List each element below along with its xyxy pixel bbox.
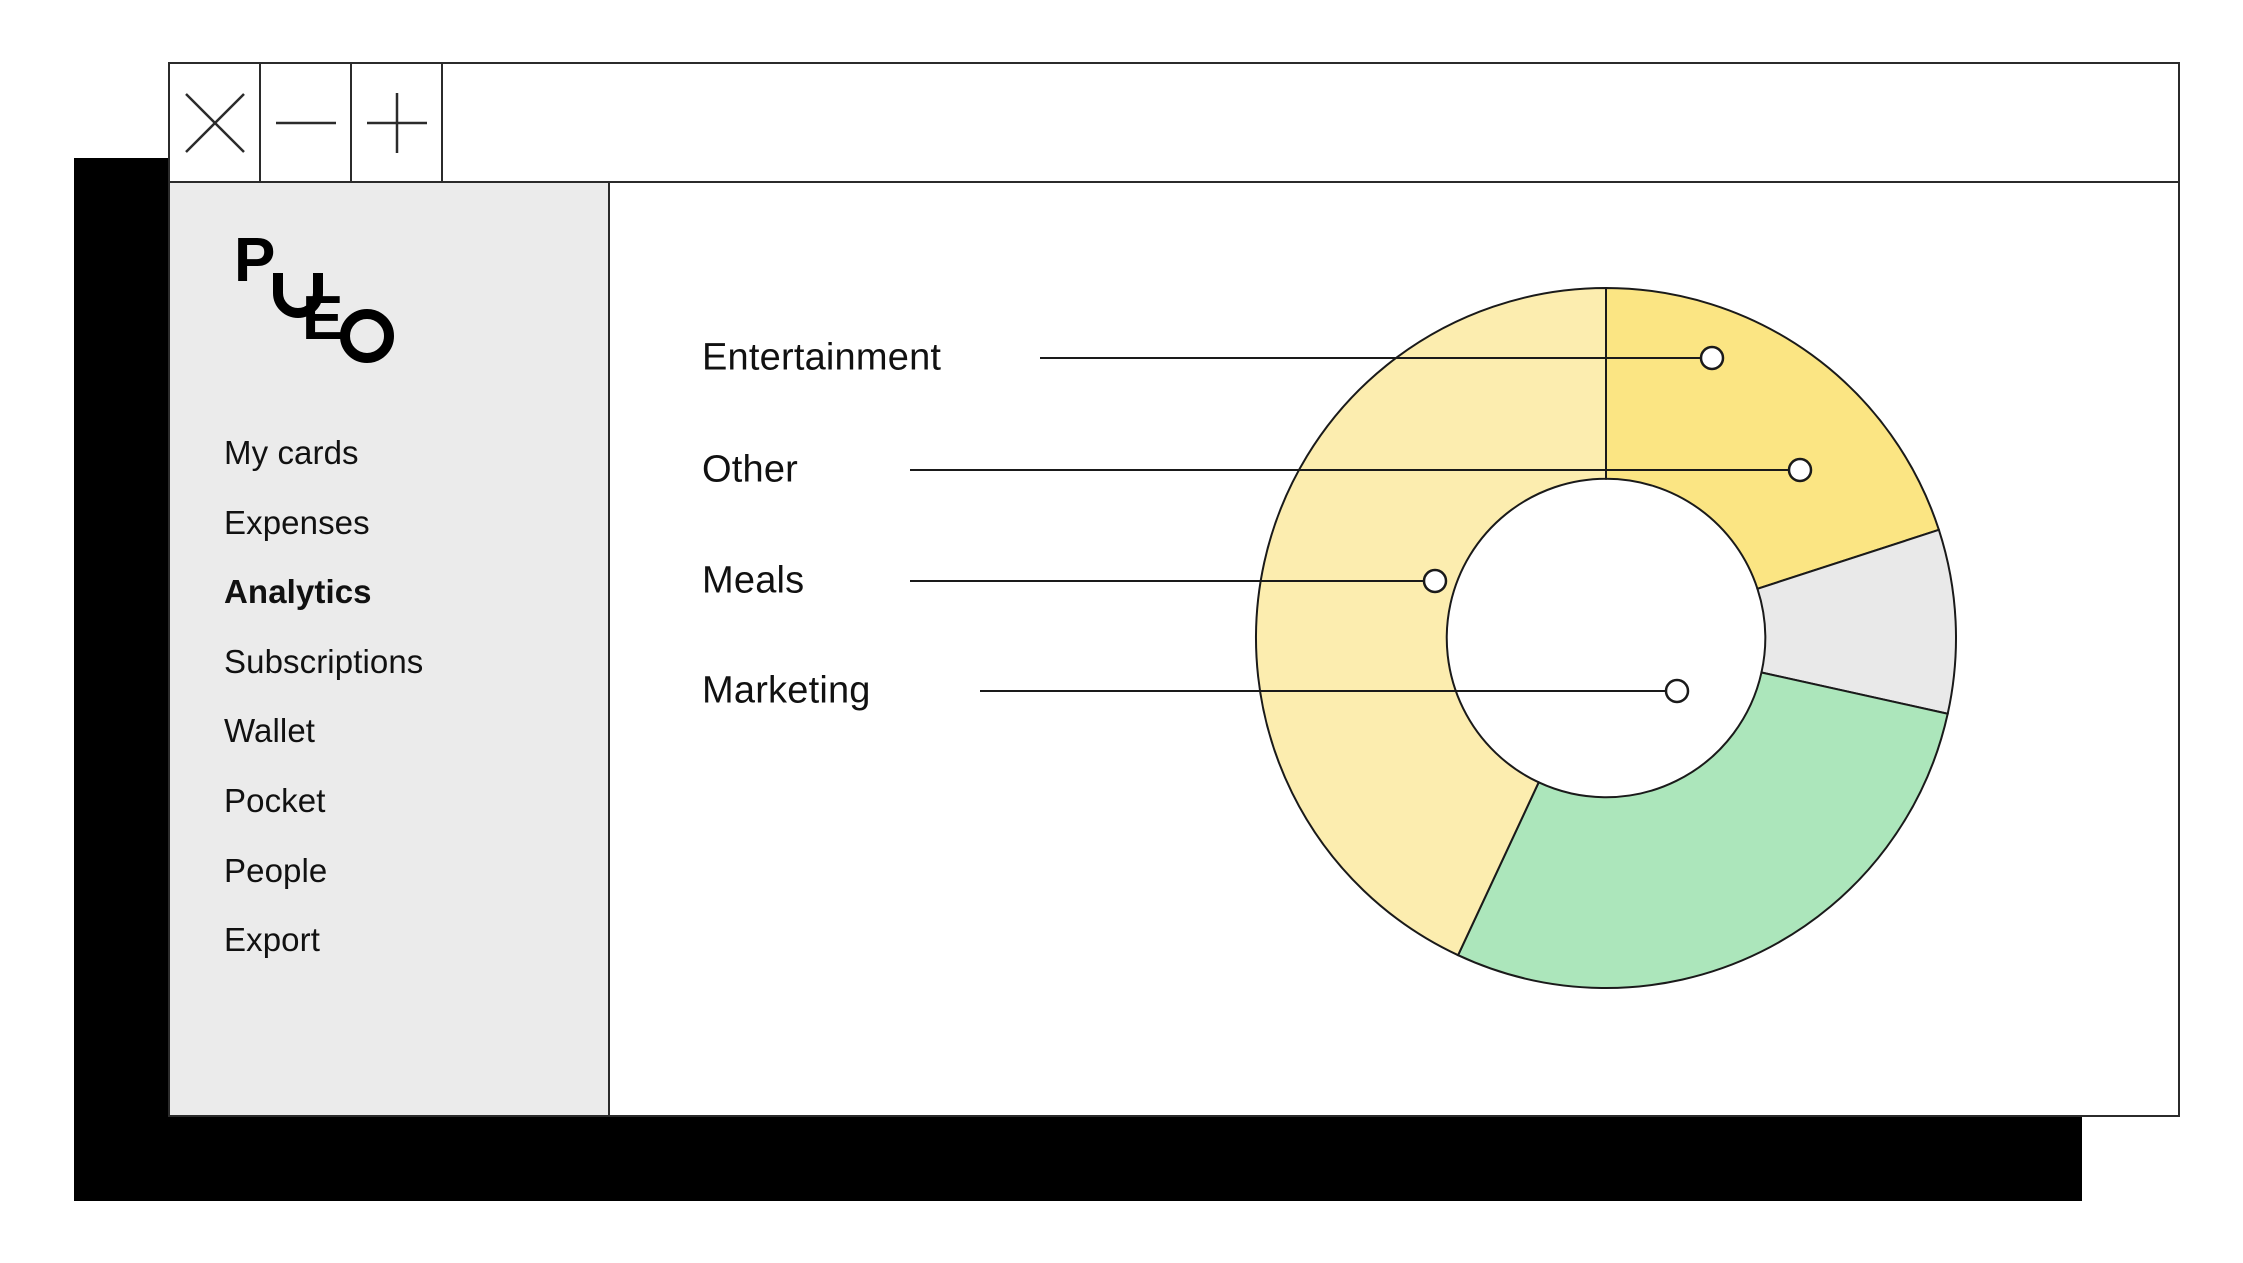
sidebar-item-my-cards[interactable]: My cards [224,433,608,473]
title-bar [170,64,2178,183]
plus-icon [363,89,431,157]
app-window: P E My cards Expenses Analytics Subscrip… [168,62,2180,1117]
chart-label-marketing: Marketing [702,669,871,712]
sidebar-item-subscriptions[interactable]: Subscriptions [224,642,608,682]
donut-slices [1255,286,1957,989]
sidebar-item-analytics[interactable]: Analytics [224,572,608,612]
analytics-donut-chart: Entertainment Other Meals Marketing [610,183,2178,1115]
main-content: Entertainment Other Meals Marketing [610,183,2178,1115]
donut-slice-entertainment[interactable] [1605,286,1941,591]
close-button[interactable] [170,64,261,181]
window-body: P E My cards Expenses Analytics Subscrip… [170,183,2178,1115]
sidebar-item-wallet[interactable]: Wallet [224,711,608,751]
sidebar-item-expenses[interactable]: Expenses [224,503,608,543]
pleo-logo: P E [232,226,412,369]
title-bar-empty-space [443,64,2178,181]
sidebar: P E My cards Expenses Analytics Subscrip… [170,183,610,1115]
leader-marker-other[interactable] [1787,457,1813,483]
chart-label-other: Other [702,448,799,491]
sidebar-item-pocket[interactable]: Pocket [224,781,608,821]
minus-icon [272,89,340,157]
chart-label-meals: Meals [702,559,805,602]
svg-text:P: P [234,229,275,295]
svg-text:E: E [302,284,343,353]
sidebar-item-people[interactable]: People [224,851,608,891]
minimize-button[interactable] [261,64,352,181]
sidebar-item-export[interactable]: Export [224,920,608,960]
donut-slice-marketing[interactable] [1456,671,1949,989]
leader-marker-marketing[interactable] [1664,678,1690,704]
close-icon [181,89,249,157]
leader-marker-meals[interactable] [1422,568,1448,594]
leader-marker-entertainment[interactable] [1699,345,1725,371]
sidebar-nav: My cards Expenses Analytics Subscription… [224,433,608,990]
maximize-button[interactable] [352,64,443,181]
donut-chart-svg [910,286,1957,989]
chart-label-entertainment: Entertainment [702,336,942,379]
